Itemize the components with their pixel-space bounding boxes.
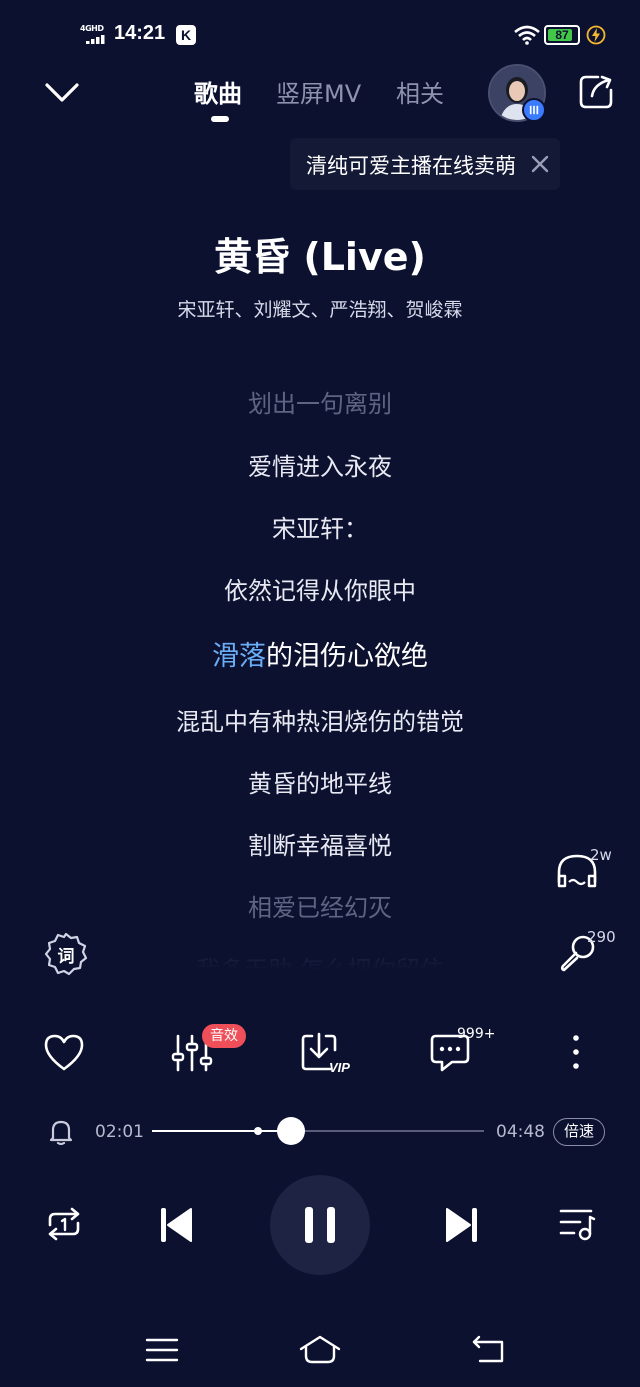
progress-fill [152,1130,292,1132]
player-screen: 4GHD 14:21 K 87 歌曲 竖屏MV 相关 清纯可爱主播在线卖萌 黄昏… [0,0,640,1387]
network-type: 4GHD [80,24,104,33]
tab-song[interactable]: 歌曲 [194,74,242,109]
lyric-settings-button[interactable]: 词 [44,932,88,976]
lyric-button-label: 词 [57,947,75,967]
active-tab-indicator [211,116,229,122]
lyrics-fade [0,930,640,970]
progress-row: 02:01 04:48 倍速 [0,1110,640,1154]
lyric-line: 相爱已经幻灭 [248,894,392,922]
progress-thumb[interactable] [277,1117,306,1145]
sound-effect-badge[interactable]: 音效 [202,1024,246,1048]
lyric-line-current: 滑落的泪伤心欲绝 [0,634,640,673]
charging-icon [586,25,606,45]
song-title: 黄昏 (Live) [214,235,426,279]
more-options-icon[interactable] [560,1028,592,1076]
repeat-one-icon[interactable] [44,1205,84,1243]
battery-text: 87 [555,28,569,42]
lyric-line: 爱情进入永夜 [248,453,392,481]
lyrics-panel[interactable]: 划出一句离别 爱情进入永夜 宋亚轩： 依然记得从你眼中 滑落的泪伤心欲绝 混乱中… [0,370,640,970]
playlist-icon[interactable] [558,1205,596,1243]
comment-count: 999+ [457,1026,496,1042]
lyric-line: 混乱中有种热泪烧伤的错觉 [176,708,464,736]
battery-icon: 87 [544,25,580,45]
home-icon[interactable] [298,1334,342,1366]
share-icon[interactable] [578,74,614,110]
lyric-line: 黄昏的地平线 [248,770,392,798]
top-nav: 歌曲 竖屏MV 相关 [0,60,640,130]
collapse-chevron-icon[interactable] [40,75,84,111]
bell-timer-icon[interactable] [48,1118,74,1146]
promo-text: 清纯可爱主播在线卖萌 [306,154,516,178]
pause-icon [305,1207,335,1243]
system-navigation-bar [0,1320,640,1380]
heart-like-icon[interactable] [42,1028,86,1076]
total-time: 04:48 [496,1122,545,1142]
song-artists[interactable]: 宋亚轩、刘耀文、严浩翔、贺峻霖 [0,295,640,322]
live-promo-banner[interactable]: 清纯可爱主播在线卖萌 [290,138,560,190]
playback-controls [0,1175,640,1275]
lyric-sung-part: 滑落 [212,641,266,672]
vip-label: VIP [329,1060,350,1075]
clock: 14:21 [114,22,166,44]
lyric-line: 割断幸福喜悦 [248,832,392,860]
lyric-line: 宋亚轩： [272,515,368,543]
listen-count: 2w [590,846,612,864]
lyric-line: 依然记得从你眼中 [224,577,416,605]
menu-icon[interactable] [144,1334,180,1366]
app-notification-icon: K [176,25,196,45]
progress-slider[interactable] [152,1117,484,1145]
back-icon[interactable] [470,1334,506,1366]
download-vip-icon[interactable]: VIP [300,1028,356,1076]
play-pause-button[interactable] [270,1175,370,1275]
sing-count: 290 [587,928,616,946]
lyric-unsung-part: 的泪伤心欲绝 [266,641,428,672]
live-audio-badge-icon[interactable] [522,98,546,122]
cell-signal-icon: 4GHD [80,24,110,46]
lyric-line: 划出一句离别 [248,390,392,418]
playback-speed-button[interactable]: 倍速 [553,1118,605,1146]
current-time: 02:01 [95,1122,144,1142]
progress-buffer-dot [254,1127,263,1135]
action-row: 音效 VIP 999+ [0,1024,640,1084]
close-icon[interactable] [528,152,552,176]
wifi-icon [514,25,540,45]
next-track-icon[interactable] [444,1205,480,1245]
previous-track-icon[interactable] [158,1205,194,1245]
tab-related[interactable]: 相关 [396,74,444,109]
tab-vertical-mv[interactable]: 竖屏MV [276,74,361,109]
